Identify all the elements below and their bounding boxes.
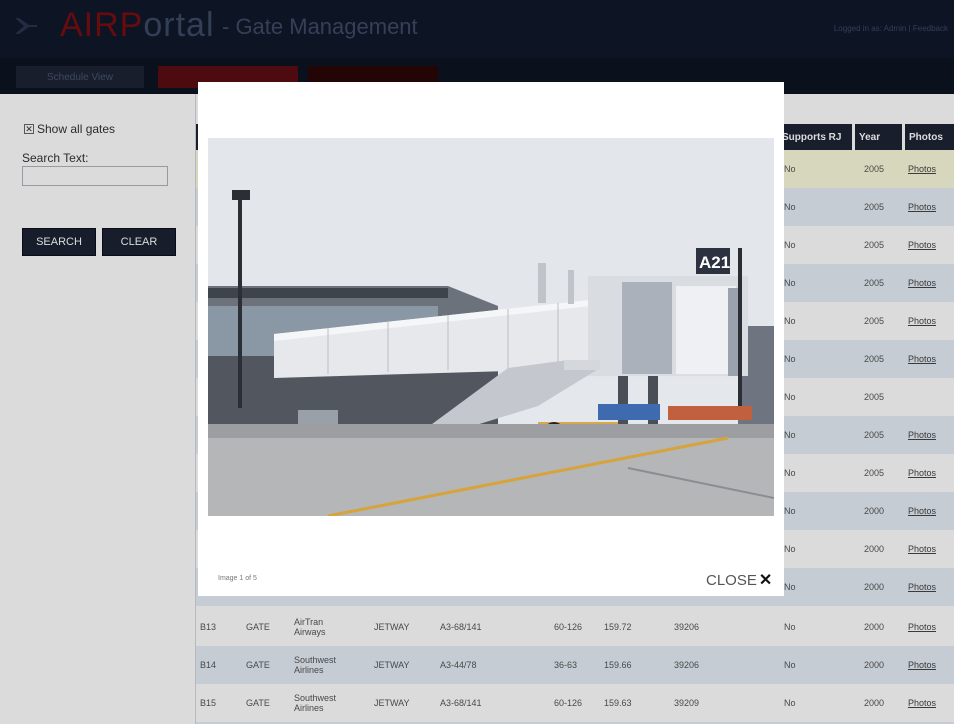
gate-sign-text: A21 bbox=[699, 253, 730, 272]
gate-photo: A21 bbox=[208, 138, 774, 516]
close-button[interactable]: CLOSE ✕ bbox=[706, 570, 772, 590]
image-counter: Image 1 of 5 bbox=[218, 575, 257, 582]
close-icon[interactable]: ✕ bbox=[759, 570, 772, 590]
photo-lightbox: A21 Image 1 of 5 CLOSE ✕ bbox=[198, 82, 784, 596]
jetway-photo-image: A21 bbox=[208, 138, 774, 516]
app-root: AIRPortal - Gate Management Logged in as… bbox=[0, 0, 954, 724]
close-label: CLOSE bbox=[706, 571, 757, 589]
